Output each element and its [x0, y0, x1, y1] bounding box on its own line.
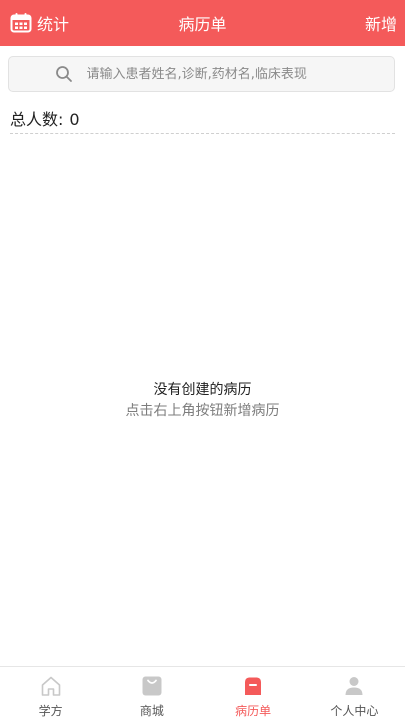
- tab-label: 个人中心: [330, 704, 379, 718]
- tab-xuefang[interactable]: 学方: [0, 667, 101, 720]
- statistics-label: 统计: [37, 15, 70, 34]
- tab-medical-records[interactable]: 病历单: [203, 667, 304, 720]
- tab-shop[interactable]: 商城: [101, 667, 202, 720]
- tab-label: 病历单: [235, 704, 272, 718]
- bottom-tabbar: 学方 商城 病历单 个人中心: [0, 666, 405, 720]
- total-value: 0: [69, 110, 80, 129]
- top-header: 统计 病历单 新增: [0, 0, 405, 46]
- shopping-bag-icon: [140, 674, 164, 698]
- total-count: 总人数: 0: [10, 106, 80, 130]
- tab-label: 学方: [38, 704, 63, 718]
- empty-state-hint: 点击右上角按钮新增病历: [125, 403, 280, 419]
- tab-profile[interactable]: 个人中心: [304, 667, 405, 720]
- home-icon: [39, 674, 63, 698]
- medical-record-icon: [241, 674, 265, 698]
- person-icon: [342, 674, 366, 698]
- empty-state-title: 没有创建的病历: [153, 382, 252, 398]
- search-icon: [55, 65, 73, 83]
- search-bar[interactable]: [8, 56, 395, 92]
- total-label: 总人数:: [10, 110, 64, 129]
- calendar-icon: [10, 12, 32, 34]
- search-input[interactable]: [86, 66, 349, 82]
- add-record-button[interactable]: 新增: [365, 0, 397, 46]
- dashed-divider: [10, 133, 395, 134]
- empty-state: 没有创建的病历 点击右上角按钮新增病历: [0, 380, 405, 421]
- app-screen: 统计 病历单 新增 总人数: 0 没有创建的病历 点击右上角按钮新增病历 学方: [0, 0, 405, 720]
- tab-label: 商城: [139, 704, 164, 718]
- statistics-button[interactable]: 统计: [10, 0, 69, 46]
